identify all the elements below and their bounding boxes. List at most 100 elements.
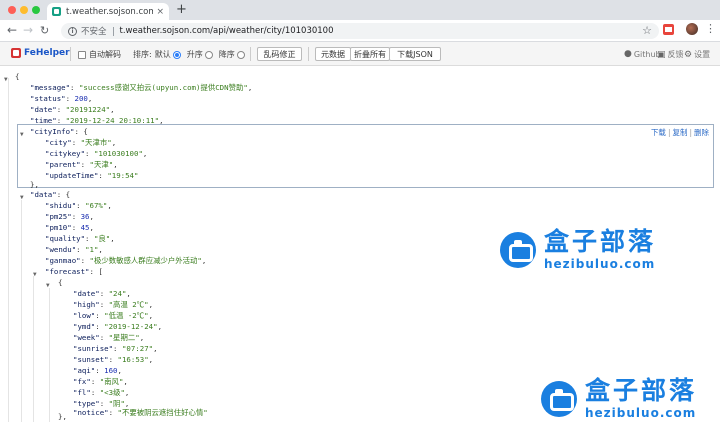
json-line-f-sunrise: "sunrise": "07:27", bbox=[73, 344, 158, 353]
watermark-box-icon bbox=[500, 232, 536, 268]
tab-close-icon[interactable]: × bbox=[156, 7, 164, 17]
browser-toolbar: ← → ↻ i 不安全 t.weather.sojson.com/api/wea… bbox=[0, 20, 720, 42]
close-window-button[interactable] bbox=[8, 6, 16, 14]
raw-data-button[interactable]: 元数据 bbox=[315, 47, 351, 61]
new-tab-button[interactable]: + bbox=[176, 3, 187, 17]
collapse-all-button[interactable]: 折叠所有 bbox=[350, 47, 390, 61]
json-array-item-close: }, bbox=[58, 412, 67, 421]
json-string: "<3级" bbox=[99, 388, 125, 397]
info-icon[interactable]: i bbox=[68, 26, 77, 36]
auto-decode-label: 自动解码 bbox=[89, 50, 121, 59]
json-key: "wendu" bbox=[45, 245, 77, 254]
gear-icon: ⚙ bbox=[684, 49, 693, 60]
json-key: "citykey" bbox=[45, 149, 86, 158]
indent-guide bbox=[33, 276, 34, 422]
json-node-actions: 下载 | 复制 | 删除 bbox=[650, 128, 709, 137]
json-string: "极少数敏感人群应减少户外活动" bbox=[89, 256, 202, 265]
toolbar-divider bbox=[250, 47, 251, 61]
watermark-logo: 盒子部落 hezibuluo.com bbox=[500, 229, 656, 271]
security-label[interactable]: 不安全 bbox=[81, 25, 107, 37]
json-number: 36 bbox=[80, 212, 90, 221]
json-key: "ganmao" bbox=[45, 256, 81, 265]
json-number: 45 bbox=[80, 223, 90, 232]
json-string: "不要被阴云遮挡住好心情" bbox=[117, 408, 208, 417]
json-string: "07:27" bbox=[121, 344, 154, 353]
json-key: "notice" bbox=[73, 408, 109, 417]
feedback-icon: ▣ bbox=[657, 49, 666, 60]
json-string: "19:54" bbox=[107, 171, 139, 180]
collapse-toggle-icon[interactable]: ▼ bbox=[33, 269, 37, 280]
json-line-date: "date": "20191224", bbox=[30, 105, 115, 114]
url-text[interactable]: t.weather.sojson.com/api/weather/city/10… bbox=[120, 26, 334, 36]
json-line-pm25: "pm25": 36, bbox=[45, 212, 94, 221]
feedback-link[interactable]: ▣ 反馈 bbox=[657, 49, 684, 60]
json-string: "高温 2℃" bbox=[108, 300, 149, 309]
json-line-f-fl: "fl": "<3级", bbox=[73, 388, 130, 397]
sort-default-label: 默认 bbox=[154, 50, 171, 59]
watermark-chinese: 盒子部落 bbox=[585, 376, 698, 405]
json-string: "2019-12-24" bbox=[104, 322, 158, 331]
json-key: "pm10" bbox=[45, 223, 72, 232]
json-key: "fl" bbox=[73, 388, 91, 397]
settings-label: 设置 bbox=[694, 50, 711, 59]
json-line-wendu: "wendu": "1", bbox=[45, 245, 103, 254]
fehelper-logo[interactable]: FeHelper bbox=[11, 48, 70, 58]
auto-decode-toggle[interactable]: 自动解码 bbox=[78, 49, 121, 60]
toolbar-divider bbox=[70, 47, 71, 61]
json-key: "quality" bbox=[45, 234, 86, 243]
json-line-parent: "parent": "天津", bbox=[45, 160, 118, 169]
sort-default-radio[interactable] bbox=[172, 50, 181, 59]
download-json-button[interactable]: 下载JSON bbox=[389, 47, 441, 61]
json-string: "success感谢又拍云(upyun.com)提供CDN赞助" bbox=[78, 83, 248, 92]
json-line-city: "city": "天津市", bbox=[45, 138, 117, 147]
json-string: "天津市" bbox=[80, 138, 112, 147]
github-icon: ● bbox=[624, 49, 632, 59]
fehelper-extension-icon[interactable] bbox=[663, 24, 674, 35]
json-key: "week" bbox=[73, 333, 100, 342]
delete-node-link[interactable]: 删除 bbox=[694, 128, 709, 137]
watermark-box-icon bbox=[541, 381, 577, 417]
sort-desc-radio[interactable] bbox=[236, 50, 245, 59]
watermark-chinese: 盒子部落 bbox=[544, 227, 657, 256]
json-line-f-ymd: "ymd": "2019-12-24", bbox=[73, 322, 163, 331]
json-line-status: "status": 200, bbox=[30, 94, 93, 103]
sort-asc-label: 升序 bbox=[186, 50, 203, 59]
fix-encoding-button[interactable]: 乱码修正 bbox=[257, 47, 302, 61]
browser-menu-icon[interactable]: ⋮ bbox=[705, 22, 716, 36]
json-key: "forecast" bbox=[45, 267, 90, 276]
json-line-pm10: "pm10": 45, bbox=[45, 223, 94, 232]
site-favicon-icon bbox=[52, 7, 61, 16]
json-key: "cityInfo" bbox=[30, 127, 75, 136]
browser-tab[interactable]: t.weather.sojson.com/api/weat × bbox=[47, 3, 169, 20]
collapse-toggle-icon[interactable]: ▼ bbox=[20, 192, 24, 203]
maximize-window-button[interactable] bbox=[32, 6, 40, 14]
profile-avatar[interactable] bbox=[686, 23, 698, 35]
json-key: "sunrise" bbox=[73, 344, 114, 353]
collapse-toggle-icon[interactable]: ▼ bbox=[4, 74, 8, 85]
json-key: "date" bbox=[73, 289, 100, 298]
json-key: "date" bbox=[30, 105, 57, 114]
json-line-f-low: "low": "低温 -2℃", bbox=[73, 311, 154, 320]
sort-options: 排序: 默认 升序 降序 bbox=[133, 49, 251, 60]
minimize-window-button[interactable] bbox=[20, 6, 28, 14]
bookmark-star-icon[interactable]: ☆ bbox=[642, 24, 652, 37]
fehelper-logo-icon bbox=[11, 48, 21, 58]
collapse-toggle-icon[interactable]: ▼ bbox=[46, 280, 50, 291]
copy-node-link[interactable]: 复制 bbox=[672, 128, 687, 137]
json-key: "aqi" bbox=[73, 366, 96, 375]
sort-asc-radio[interactable] bbox=[204, 50, 213, 59]
forward-arrow-icon[interactable]: → bbox=[23, 23, 33, 38]
collapse-toggle-icon[interactable]: ▼ bbox=[20, 129, 24, 140]
json-line-ganmao: "ganmao": "极少数敏感人群应减少户外活动", bbox=[45, 256, 207, 265]
json-line-f-high: "high": "高温 2℃", bbox=[73, 300, 154, 309]
json-string: "16:53" bbox=[117, 355, 149, 364]
github-link[interactable]: ● Github bbox=[624, 49, 661, 59]
reload-icon[interactable]: ↻ bbox=[40, 23, 49, 38]
json-line-message: "message": "success感谢又拍云(upyun.com)提供CDN… bbox=[30, 83, 253, 92]
address-bar[interactable]: i 不安全 t.weather.sojson.com/api/weather/c… bbox=[61, 23, 659, 39]
download-node-link[interactable]: 下载 bbox=[651, 128, 666, 137]
back-arrow-icon[interactable]: ← bbox=[7, 23, 17, 38]
json-key: "sunset" bbox=[73, 355, 109, 364]
settings-link[interactable]: ⚙ 设置 bbox=[684, 49, 710, 60]
auto-decode-checkbox[interactable] bbox=[78, 50, 86, 59]
